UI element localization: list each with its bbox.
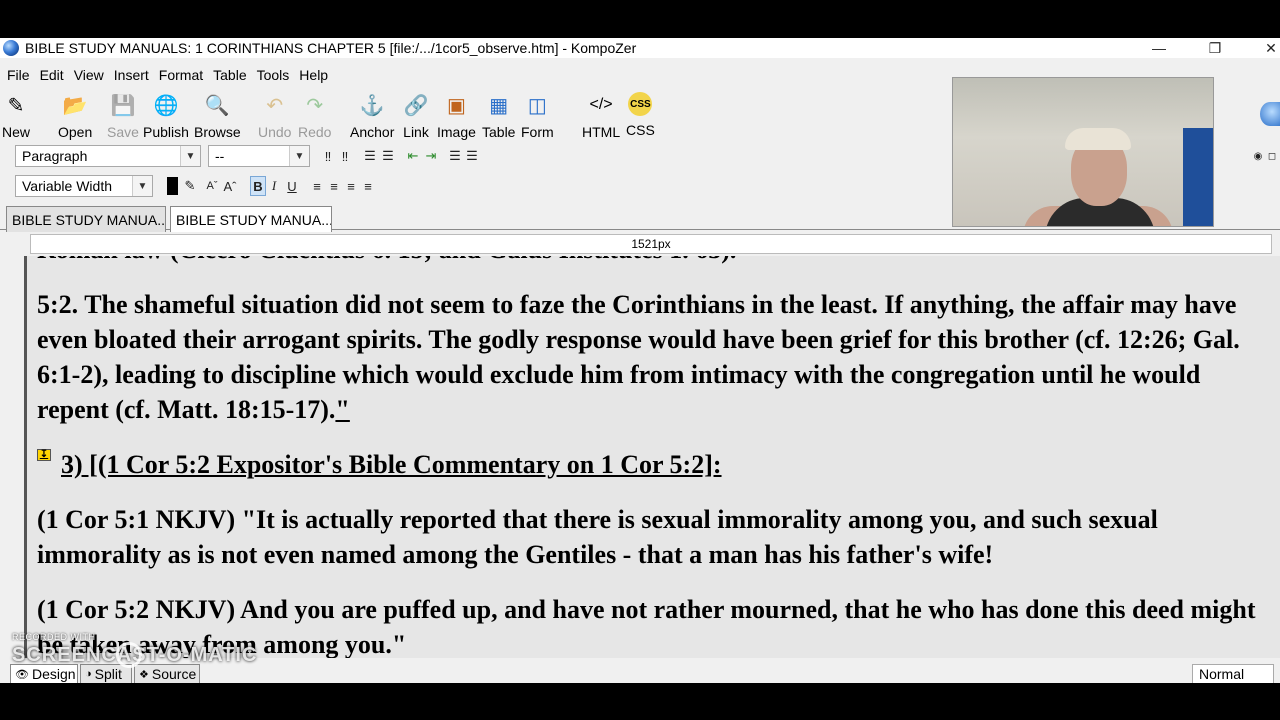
paragraph-5-2: 5:2. The shameful situation did not seem… [37,290,1240,424]
editor-area[interactable]: Roman law (Cicero Cluentius 6. 15; and G… [24,256,1280,658]
save-button[interactable]: 💾 Save [107,90,139,141]
html-button[interactable]: </> HTML [582,90,620,140]
menu-file[interactable]: File [7,67,30,83]
publish-globe-icon: 🌐 [153,94,179,117]
named-anchor-icon[interactable]: ↧ [37,448,51,461]
align-left-icon[interactable]: ≡ [310,176,324,196]
view-toggle-icon[interactable]: ◉ [1252,146,1264,166]
webcam-cap-shape [1065,128,1131,150]
restore-button[interactable]: ❐ [1192,38,1238,58]
justify-icon[interactable]: ≡ [361,176,375,196]
form-window-icon: ◫ [527,94,547,117]
publish-button[interactable]: 🌐 Publish [143,90,189,141]
width-ruler: 1521px [30,234,1272,254]
partial-paragraph: Roman law (Cicero Cluentius 6. 15; and G… [37,256,1277,267]
indent-icon[interactable]: ⇥ [423,146,439,166]
paragraph-style-select[interactable]: Paragraph ▼ [15,145,201,167]
block-menu-icon[interactable]: ☰ [464,146,480,166]
outdent-icon[interactable]: ⇤ [405,146,421,166]
css-button[interactable]: CSS CSS [626,90,655,140]
undo-arrow-icon: ↶ [266,94,284,117]
settings-toggle-icon[interactable]: ◻ [1266,146,1278,166]
close-button[interactable]: ✕ [1248,38,1280,58]
document-content: Roman law (Cicero Cluentius 6. 15; and G… [37,256,1277,658]
new-document-icon: ✎ [7,94,25,117]
edit-mode-status: Normal [1192,664,1274,683]
redo-button[interactable]: ↷ Redo [298,90,331,141]
menu-insert[interactable]: Insert [114,67,149,83]
menu-edit[interactable]: Edit [40,67,64,83]
tab-document-1[interactable]: BIBLE STUDY MANUA... [6,206,166,232]
bullet-list-icon[interactable]: ‼ [338,146,352,166]
bold-button[interactable]: B [250,176,266,196]
form-button[interactable]: ◫ Form [521,90,554,141]
italic-button[interactable]: I [268,176,280,196]
chevron-down-icon: ▼ [289,146,309,166]
title-bar: BIBLE STUDY MANUALS: 1 CORINTHIANS CHAPT… [0,38,1280,58]
ruler-width-label: 1521px [631,237,671,251]
chevron-down-icon: ▼ [132,176,152,196]
highlight-pencil-icon[interactable]: ✎ [183,176,197,196]
text-color-swatch[interactable] [166,176,178,196]
align-center-icon[interactable]: ≡ [327,176,341,196]
magnifier-icon: 🔍 [204,94,230,117]
anchor-icon: ⚓ [359,94,385,117]
watermark-logo-icon [116,642,142,668]
table-grid-icon: ▦ [489,94,509,117]
decrease-font-icon[interactable]: Aˇ [205,176,219,196]
menu-view[interactable]: View [74,67,104,83]
save-disk-icon: 💾 [110,94,136,117]
unordered-list-icon[interactable]: ☰ [380,146,396,166]
menu-bar: File Edit View Insert Format Table Tools… [0,64,338,86]
anchor-button[interactable]: ⚓ Anchor [350,90,394,141]
ordered-list-icon[interactable]: ☰ [362,146,378,166]
image-button[interactable]: ▣ Image [437,90,476,141]
font-size-select[interactable]: -- ▼ [208,145,310,167]
tab-document-2[interactable]: BIBLE STUDY MANUA... [170,206,332,232]
underline-button[interactable]: U [285,176,299,196]
numbered-list-icon[interactable]: ‼ [322,146,334,166]
menu-help[interactable]: Help [299,67,328,83]
browse-button[interactable]: 🔍 Browse [194,90,241,141]
redo-arrow-icon: ↷ [306,94,324,117]
closing-quote-mark: " [335,395,350,424]
increase-font-icon[interactable]: Aˆ [222,176,238,196]
window-title: BIBLE STUDY MANUALS: 1 CORINTHIANS CHAPT… [25,40,637,56]
minimize-button[interactable]: — [1136,38,1182,58]
align-menu-icon[interactable]: ☰ [447,146,463,166]
undo-button[interactable]: ↶ Undo [258,90,291,141]
font-family-select[interactable]: Variable Width ▼ [15,175,153,197]
recorder-watermark: RECORDED WITH SCREENCAST-O-MATIC [12,632,256,672]
nkjv-verse-5-1: (1 Cor 5:1 NKJV) "It is actually reporte… [37,505,1158,569]
menu-tools[interactable]: Tools [257,67,290,83]
chain-link-icon: 🔗 [403,94,429,117]
menu-table[interactable]: Table [213,67,246,83]
css-badge-icon: CSS [628,92,653,116]
link-button[interactable]: 🔗 Link [403,90,429,141]
image-picture-icon: ▣ [447,94,466,117]
new-button[interactable]: ✎ New [2,90,30,141]
webcam-overlay [952,77,1214,227]
watermark-small-text: RECORDED WITH [12,632,96,642]
open-button[interactable]: 📂 Open [58,90,92,141]
align-right-icon[interactable]: ≡ [344,176,358,196]
html-code-icon: </> [589,96,613,113]
throbber-globe-icon [1260,102,1280,126]
menu-format[interactable]: Format [159,67,203,83]
webcam-background-shape [1183,128,1213,226]
chevron-down-icon: ▼ [180,146,200,166]
table-button[interactable]: ▦ Table [482,90,515,141]
section-heading-3: ↧ 3) [(1 Cor 5:2 Expositor's Bible Comme… [37,447,1277,482]
kompozer-globe-icon [3,40,19,56]
open-folder-icon: 📂 [62,94,88,117]
